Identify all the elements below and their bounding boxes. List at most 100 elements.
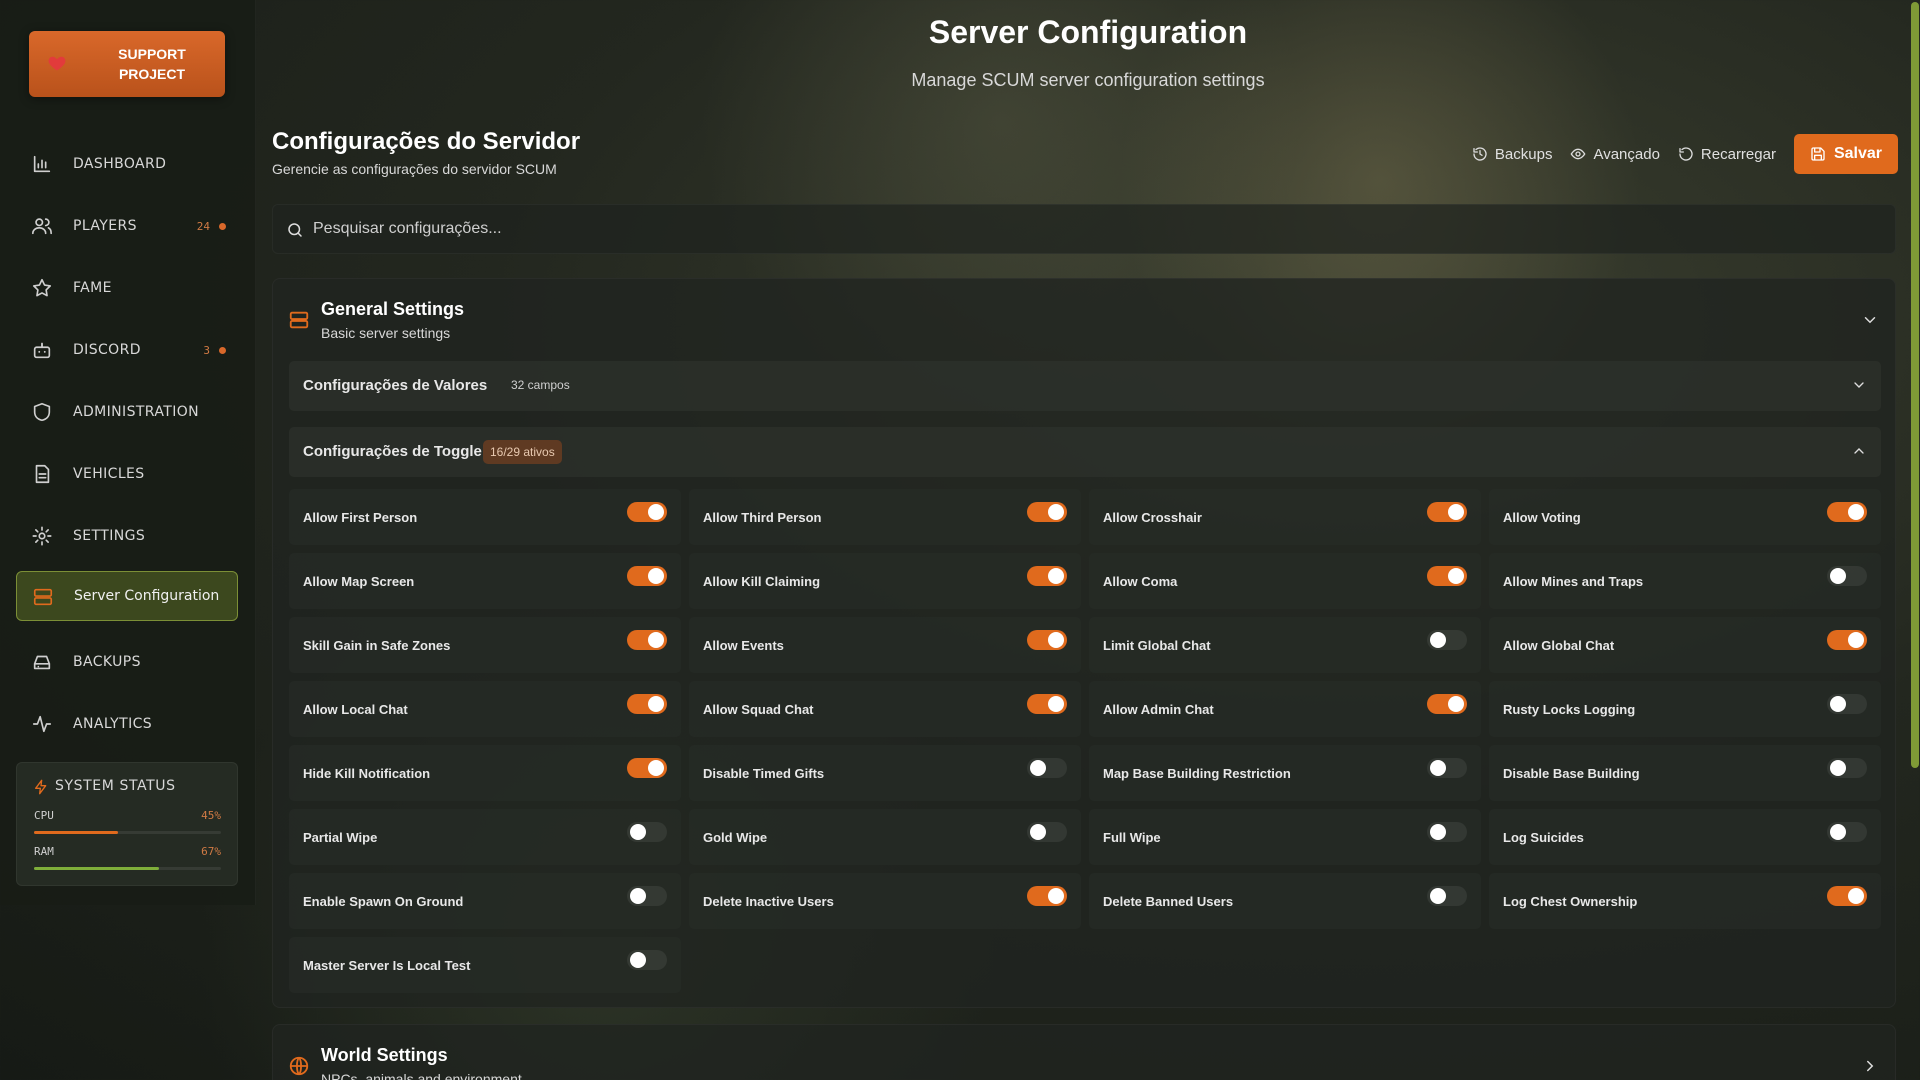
sidebar-item-players[interactable]: PLAYERS 24 — [16, 201, 238, 251]
toggle-switch[interactable] — [1827, 502, 1867, 522]
sidebar-item-backups[interactable]: BACKUPS — [16, 637, 238, 687]
toggle-row: Disable Base Building — [1489, 745, 1881, 801]
toggle-label: Delete Inactive Users — [703, 894, 834, 909]
toggle-row: Full Wipe — [1089, 809, 1481, 865]
toggle-switch[interactable] — [1427, 822, 1467, 842]
search-input[interactable] — [313, 205, 1813, 253]
reload-button[interactable]: Recarregar — [1678, 146, 1776, 163]
sidebar-item-label: ANALYTICS — [73, 716, 153, 732]
sidebar-item-analytics[interactable]: ANALYTICS — [16, 699, 238, 749]
toggle-label: Enable Spawn On Ground — [303, 894, 464, 909]
sidebar-item-fame[interactable]: FAME — [16, 263, 238, 313]
toggle-switch[interactable] — [1827, 694, 1867, 714]
toggle-row: Allow Squad Chat — [689, 681, 1081, 737]
sidebar-item-discord[interactable]: DISCORD 3 — [16, 325, 238, 375]
sidebar-item-administration[interactable]: ADMINISTRATION — [16, 387, 238, 437]
toggle-row: Partial Wipe — [289, 809, 681, 865]
toggle-knob — [1430, 632, 1446, 648]
toggle-knob — [1048, 568, 1064, 584]
toggle-row: Allow Admin Chat — [1089, 681, 1481, 737]
toggle-switch[interactable] — [1827, 758, 1867, 778]
toggle-switch[interactable] — [1427, 566, 1467, 586]
toggle-switch[interactable] — [1027, 886, 1067, 906]
page-subtitle: Manage SCUM server configuration setting… — [911, 70, 1265, 90]
toggle-label: Gold Wipe — [703, 830, 768, 845]
sidebar-item-label: DASHBOARD — [73, 156, 167, 172]
toggle-label: Allow Map Screen — [303, 574, 415, 589]
toggle-switch[interactable] — [627, 758, 667, 778]
toggle-switch[interactable] — [1027, 502, 1067, 522]
toggle-switch[interactable] — [627, 630, 667, 650]
toggle-knob — [648, 568, 664, 584]
toggle-row: Allow Events — [689, 617, 1081, 673]
toggle-row: Allow Global Chat — [1489, 617, 1881, 673]
save-button[interactable]: Salvar — [1793, 134, 1898, 174]
toggle-switch[interactable] — [1427, 758, 1467, 778]
toggle-switch[interactable] — [1027, 694, 1067, 714]
toggle-switch[interactable] — [627, 566, 667, 586]
toggle-label: Allow Crosshair — [1103, 510, 1202, 525]
toggle-group-header[interactable]: Configurações de Toggle 16/29 ativos — [289, 427, 1881, 477]
toggle-switch[interactable] — [1027, 630, 1067, 650]
cpu-value: 45% — [201, 809, 221, 822]
section-title: Configurações do Servidor — [272, 128, 581, 155]
toggle-switch[interactable] — [1027, 758, 1067, 778]
toggle-knob — [1830, 568, 1846, 584]
toggle-switch[interactable] — [1427, 694, 1467, 714]
toggle-knob — [1448, 568, 1464, 584]
toggle-label: Delete Banned Users — [1103, 894, 1234, 909]
toggle-switch[interactable] — [1427, 886, 1467, 906]
backups-button[interactable]: Backups — [1472, 145, 1553, 163]
toggle-switch[interactable] — [1427, 630, 1467, 650]
toggle-knob — [1048, 504, 1064, 520]
advanced-button[interactable]: Avançado — [1570, 146, 1660, 163]
sidebar-item-count: 24 — [196, 219, 210, 233]
toggle-label: Allow First Person — [303, 510, 418, 525]
toggle-label: Allow Admin Chat — [1103, 702, 1214, 717]
toggle-label: Log Suicides — [1503, 830, 1584, 845]
toggle-switch[interactable] — [1427, 502, 1467, 522]
backups-button-label: Backups — [1494, 145, 1553, 163]
toggle-switch[interactable] — [1827, 886, 1867, 906]
values-group-header[interactable]: Configurações de Valores 32 campos — [289, 361, 1881, 411]
sidebar-item-server-configuration[interactable]: Server Configuration — [16, 571, 238, 621]
general-settings-subtitle: Basic server settings — [321, 325, 451, 341]
toggle-knob — [1030, 760, 1046, 776]
cpu-bar — [34, 831, 221, 834]
scrollbar[interactable] — [1910, 0, 1920, 1080]
toggle-row: Allow Crosshair — [1089, 489, 1481, 545]
toggle-knob — [1048, 696, 1064, 712]
toggle-switch[interactable] — [627, 502, 667, 522]
sidebar-item-dashboard[interactable]: DASHBOARD — [16, 139, 238, 189]
toggle-switch[interactable] — [627, 694, 667, 714]
toggle-label: Partial Wipe — [303, 830, 378, 845]
world-settings-panel[interactable]: World Settings NPCs, animals and environ… — [272, 1024, 1896, 1080]
sidebar-item-settings[interactable]: SETTINGS — [16, 511, 238, 561]
sidebar-item-label: PLAYERS — [73, 218, 137, 234]
toggle-label: Allow Coma — [1103, 574, 1178, 589]
scrollbar-thumb[interactable] — [1911, 2, 1919, 768]
toggle-switch[interactable] — [1827, 630, 1867, 650]
system-status-title: SYSTEM STATUS — [55, 778, 176, 794]
toggle-switch[interactable] — [1027, 566, 1067, 586]
toggle-switch[interactable] — [627, 822, 667, 842]
ram-label: RAM — [34, 845, 54, 858]
cpu-label: CPU — [34, 809, 54, 822]
toggle-knob — [1848, 504, 1864, 520]
support-project-button[interactable]: SUPPORT PROJECT — [29, 31, 225, 97]
system-status-panel: SYSTEM STATUS CPU 45% RAM 67% — [16, 762, 238, 886]
toggle-switch[interactable] — [1827, 822, 1867, 842]
sidebar-item-label: DISCORD — [73, 342, 141, 358]
toggle-switch[interactable] — [627, 886, 667, 906]
toggle-switch[interactable] — [1027, 822, 1067, 842]
toggle-count-badge: 16/29 ativos — [483, 440, 562, 464]
toggle-switch[interactable] — [627, 950, 667, 970]
toggle-knob — [1830, 696, 1846, 712]
toggle-label: Allow Squad Chat — [703, 702, 814, 717]
toggle-switch[interactable] — [1827, 566, 1867, 586]
chevron-down-icon[interactable] — [1861, 311, 1879, 329]
server-icon — [288, 309, 310, 331]
toggle-row: Map Base Building Restriction — [1089, 745, 1481, 801]
document-icon — [31, 463, 53, 485]
sidebar-item-vehicles[interactable]: VEHICLES — [16, 449, 238, 499]
